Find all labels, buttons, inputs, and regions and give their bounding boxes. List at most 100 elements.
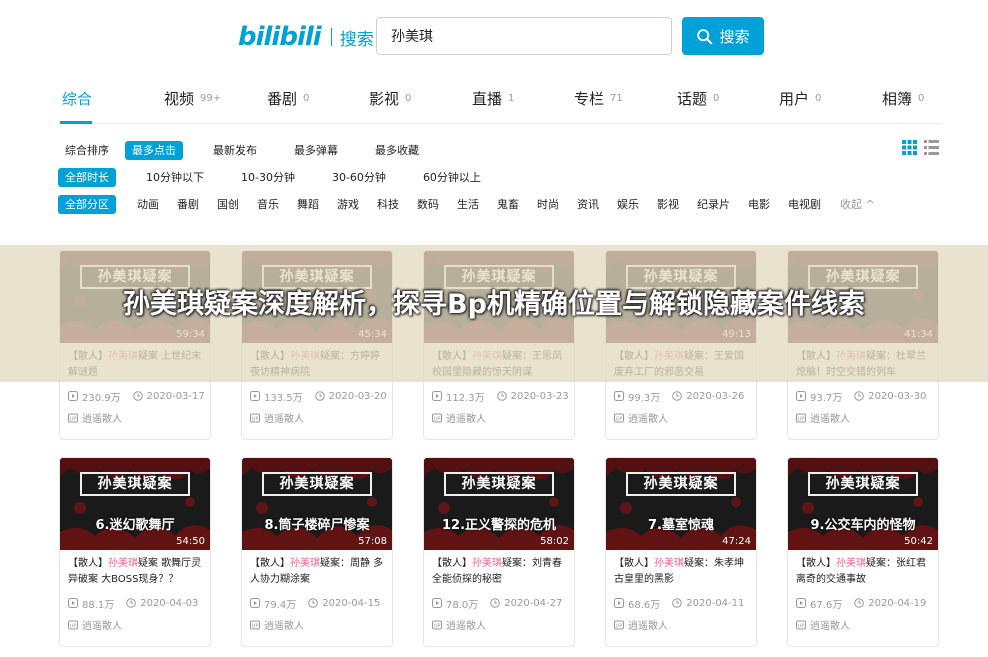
video-card[interactable]: 孙美琪疑案 12.正义警探的危机 58:02 【散人】孙美琪疑案：刘青春 全能侦探的秘… [423, 457, 575, 647]
overlay-title: 孙美琪疑案深度解析，探寻Bp机精确位置与解锁隐藏案件线索 [123, 289, 865, 320]
video-title[interactable]: 【散人】孙美琪疑案：周静 多人协力糊涂案 [242, 550, 392, 588]
sort-option-selected[interactable]: 最多点击 [125, 140, 183, 160]
sort-option[interactable]: 最新发布 [206, 141, 264, 160]
video-card[interactable]: 孙美琪疑案 8.筒子楼碎尸惨案 57:08 【散人】孙美琪疑案：周静 多人协力糊涂案 7… [241, 457, 393, 647]
uploader-icon: UP [614, 620, 624, 629]
zone-option[interactable]: 番剧 [171, 195, 205, 214]
video-title[interactable]: 【散人】孙美琪疑案 歌舞厅灵异破案 大BOSS现身？？ [60, 550, 210, 588]
tab-label: 番剧 [267, 90, 298, 108]
zone-option[interactable]: 电视剧 [782, 195, 827, 214]
uploader-name: 逍遥散人 [82, 621, 122, 632]
upload-date: 2020-03-20 [328, 390, 387, 402]
sort-option[interactable]: 最多收藏 [368, 141, 426, 160]
uploader[interactable]: UP 逍遥散人 [788, 617, 938, 632]
duration-option[interactable]: 60分钟以上 [416, 168, 488, 187]
video-thumbnail[interactable]: 孙美琪疑案 6.迷幻歌舞厅 54:50 [60, 458, 210, 550]
uploader[interactable]: UP 逍遥散人 [788, 410, 938, 425]
sort-option[interactable]: 最多弹幕 [287, 141, 345, 160]
upload-date-group: 2020-04-27 [490, 598, 562, 609]
logo[interactable]: bilibili 搜索 [238, 22, 374, 52]
search-input[interactable] [376, 17, 672, 55]
tab-live[interactable]: 直播 1 [472, 88, 514, 109]
tab-label: 专栏 [574, 90, 605, 108]
duration-option[interactable]: 10-30分钟 [234, 168, 302, 187]
duration-option[interactable]: 10分钟以下 [139, 168, 211, 187]
svg-text:UP: UP [616, 416, 623, 422]
upload-date: 2020-04-27 [504, 597, 563, 609]
uploader[interactable]: UP 逍遥散人 [606, 410, 756, 425]
duration-option-selected[interactable]: 全部时长 [58, 167, 116, 187]
duration-filter: 全部时长 10分钟以下 10-30分钟 30-60分钟 60分钟以上 [58, 167, 497, 187]
zone-option[interactable]: 游戏 [331, 195, 365, 214]
uploader[interactable]: UP 逍遥散人 [60, 617, 210, 632]
video-title[interactable]: 【散人】孙美琪疑案：刘青春 全能侦探的秘密 [424, 550, 574, 588]
uploader[interactable]: UP 逍遥散人 [424, 617, 574, 632]
zone-option[interactable]: 时尚 [531, 195, 565, 214]
tab-video[interactable]: 视频 99+ [164, 88, 221, 109]
uploader[interactable]: UP 逍遥散人 [424, 410, 574, 425]
zone-option[interactable]: 娱乐 [611, 195, 645, 214]
thumbnail-title-plate: 孙美琪疑案 [80, 472, 190, 496]
thumbnail-episode-title: 9.公交车内的怪物 [810, 518, 916, 533]
thumbnail-episode-title: 6.迷幻歌舞厅 [95, 518, 175, 533]
zone-option[interactable]: 动画 [131, 195, 165, 214]
zone-option[interactable]: 科技 [371, 195, 405, 214]
zone-option[interactable]: 电影 [742, 195, 776, 214]
upload-date-group: 2020-03-20 [314, 390, 387, 402]
grid-view-icon[interactable] [902, 140, 917, 155]
zone-option[interactable]: 鬼畜 [491, 195, 525, 214]
tab-topic[interactable]: 话题 0 [677, 88, 719, 109]
zone-option[interactable]: 影视 [651, 195, 685, 214]
uploader[interactable]: UP 逍遥散人 [242, 617, 392, 632]
uploader[interactable]: UP 逍遥散人 [606, 617, 756, 632]
zone-option-selected[interactable]: 全部分区 [58, 194, 116, 214]
video-duration: 50:42 [904, 536, 933, 547]
collapse-toggle[interactable]: 收起 ^ [833, 195, 882, 214]
video-thumbnail[interactable]: 孙美琪疑案 12.正义警探的危机 58:02 [424, 458, 574, 550]
video-card[interactable]: 孙美琪疑案 9.公交车内的怪物 50:42 【散人】孙美琪疑案：张红君 离奇的交通事故… [787, 457, 939, 647]
video-card[interactable]: 孙美琪疑案 6.迷幻歌舞厅 54:50 【散人】孙美琪疑案 歌舞厅灵异破案 大BOSS… [59, 457, 211, 647]
zone-option[interactable]: 音乐 [251, 195, 285, 214]
video-meta: 230.9万 2020-03-17 [60, 389, 210, 404]
upload-date: 2020-04-03 [140, 597, 199, 609]
tab-bangumi[interactable]: 番剧 0 [267, 88, 309, 109]
tab-user[interactable]: 用户 0 [779, 88, 821, 109]
video-title[interactable]: 【散人】孙美琪疑案：张红君 离奇的交通事故 [788, 550, 938, 588]
zone-option[interactable]: 数码 [411, 195, 445, 214]
sort-option[interactable]: 综合排序 [58, 141, 116, 160]
svg-text:UP: UP [616, 623, 623, 629]
zone-option[interactable]: 舞蹈 [291, 195, 325, 214]
video-thumbnail[interactable]: 孙美琪疑案 9.公交车内的怪物 50:42 [788, 458, 938, 550]
thumbnail-episode-title: 12.正义警探的危机 [441, 518, 557, 533]
tab-label: 综合 [62, 90, 93, 108]
upload-date: 2020-03-26 [686, 390, 745, 402]
list-view-icon[interactable] [924, 140, 939, 155]
search-button[interactable]: 搜索 [682, 17, 764, 55]
upload-date-group: 2020-04-11 [672, 598, 744, 609]
tab-movie[interactable]: 影视 0 [369, 88, 411, 109]
uploader[interactable]: UP 逍遥散人 [242, 410, 392, 425]
result-tabs: 综合 视频 99+ 番剧 0 影视 0 直播 1 专栏 71 话题 0 用户 0 相簿 0 [60, 78, 940, 124]
tab-article[interactable]: 专栏 71 [574, 88, 623, 109]
tab-album[interactable]: 相簿 0 [882, 88, 924, 109]
logo-mark: bilibili [238, 22, 322, 52]
zone-option[interactable]: 国创 [211, 195, 245, 214]
zone-option[interactable]: 生活 [451, 195, 485, 214]
thumbnail-title-plate: 孙美琪疑案 [626, 472, 736, 496]
tab-label: 视频 [164, 90, 195, 108]
play-count: 93.7万 [810, 392, 843, 404]
video-thumbnail[interactable]: 孙美琪疑案 8.筒子楼碎尸惨案 57:08 [242, 458, 392, 550]
zone-option[interactable]: 纪录片 [691, 195, 736, 214]
video-meta: 79.4万 2020-04-15 [242, 596, 392, 611]
tab-all[interactable]: 综合 [62, 88, 92, 109]
video-thumbnail[interactable]: 孙美琪疑案 7.墓室惊魂 47:24 [606, 458, 756, 550]
upload-date-group: 2020-03-26 [672, 391, 744, 402]
uploader[interactable]: UP 逍遥散人 [60, 410, 210, 425]
uploader-icon: UP [68, 620, 78, 629]
video-card[interactable]: 孙美琪疑案 7.墓室惊魂 47:24 【散人】孙美琪疑案：朱孝坤 古皇里的黑影 68.6… [605, 457, 757, 647]
video-title[interactable]: 【散人】孙美琪疑案：朱孝坤 古皇里的黑影 [606, 550, 756, 588]
zone-option[interactable]: 资讯 [571, 195, 605, 214]
upload-date-group: 2020-04-15 [308, 598, 380, 609]
duration-option[interactable]: 30-60分钟 [325, 168, 393, 187]
play-count: 230.9万 [82, 392, 121, 404]
